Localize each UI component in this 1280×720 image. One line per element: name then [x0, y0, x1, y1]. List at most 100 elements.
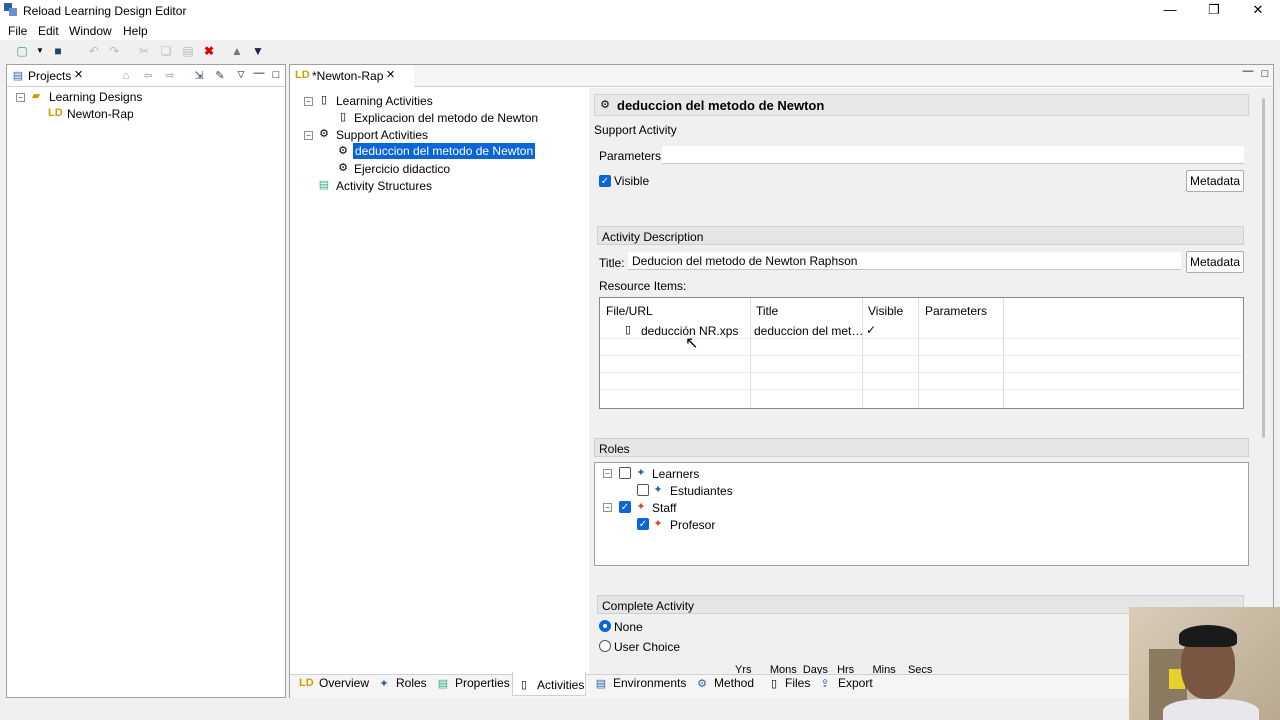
tab-roles[interactable]: Roles — [396, 676, 427, 690]
learner-icon: ✦ — [653, 484, 663, 496]
back-icon[interactable]: ⇦ — [141, 69, 155, 83]
title-input[interactable]: Deducion del metodo de Newton Raphson — [628, 252, 1181, 270]
tree-item-learning-designs[interactable]: Learning Designs — [49, 90, 142, 104]
parameters-input[interactable] — [662, 146, 1244, 164]
minimize-button[interactable]: — — [1148, 0, 1192, 22]
column-header-visible[interactable]: Visible — [868, 304, 903, 318]
tab-files[interactable]: Files — [785, 676, 810, 690]
copy-icon[interactable]: ❏ — [158, 43, 174, 59]
vertical-scrollbar[interactable] — [1254, 88, 1273, 674]
tree-toggle[interactable]: − — [304, 97, 313, 106]
tree-item-support-activities[interactable]: Support Activities — [336, 128, 428, 142]
editor-tab-label: *Newton-Rap — [312, 69, 384, 83]
tab-overview[interactable]: Overview — [319, 676, 369, 690]
tab-export[interactable]: Export — [838, 676, 873, 690]
tab-environments[interactable]: Environments — [613, 676, 686, 690]
none-label: None — [614, 620, 643, 634]
support-icon: ⚙ — [338, 145, 348, 157]
estudiantes-checkbox[interactable] — [637, 484, 649, 496]
paste-icon[interactable]: ▤ — [180, 43, 196, 59]
menu-help[interactable]: Help — [123, 24, 148, 38]
tab-method[interactable]: Method — [714, 676, 754, 690]
role-staff[interactable]: Staff — [652, 501, 676, 515]
link-icon[interactable]: ✎ — [213, 69, 227, 83]
menu-window[interactable]: Window — [69, 24, 112, 38]
new-icon[interactable]: ▢ — [14, 43, 30, 59]
roles-tree: − ✦ Learners ✦ Estudiantes − ✓ ✦ Staff ✓… — [594, 462, 1249, 566]
view-menu-icon[interactable]: ▽ — [234, 67, 248, 81]
resource-items-label: Resource Items: — [599, 279, 687, 293]
activities-icon: ▯ — [520, 679, 528, 691]
projects-icon: ▤ — [12, 70, 24, 82]
staff-checkbox[interactable]: ✓ — [619, 501, 631, 513]
main-toolbar: ▢ ▼ ■ ↶ ↷ ✂ ❏ ▤ ✖ ▲ ▼ — [0, 40, 1280, 62]
tree-toggle[interactable]: − — [16, 93, 25, 102]
table-cell-title[interactable]: deduccion del met… — [754, 324, 863, 338]
collapse-icon[interactable]: ⇲ — [192, 69, 206, 83]
tree-toggle[interactable]: − — [603, 469, 612, 478]
ld-icon: LD — [295, 69, 310, 81]
window-title: Reload Learning Design Editor — [23, 4, 187, 18]
forward-icon[interactable]: ⇨ — [163, 69, 177, 83]
column-header-file[interactable]: File/URL — [606, 304, 653, 318]
close-tab-icon[interactable]: ✕ — [74, 68, 83, 81]
export-icon: ⇪ — [820, 678, 830, 690]
tree-item-learning-activities[interactable]: Learning Activities — [336, 94, 433, 108]
tree-item-ejercicio[interactable]: Ejercicio didactico — [354, 162, 450, 176]
save-icon[interactable]: ■ — [50, 43, 66, 59]
role-estudiantes[interactable]: Estudiantes — [670, 484, 733, 498]
page-title: deduccion del metodo de Newton — [617, 98, 825, 113]
close-tab-icon[interactable]: ✕ — [386, 68, 395, 81]
role-learners[interactable]: Learners — [652, 467, 699, 481]
webcam-overlay — [1129, 607, 1280, 720]
menu-edit[interactable]: Edit — [38, 24, 59, 38]
tab-activities[interactable]: Activities — [537, 678, 584, 692]
learners-checkbox[interactable] — [619, 467, 631, 479]
tree-item-activity-structures[interactable]: Activity Structures — [336, 179, 432, 193]
staff-icon: ✦ — [636, 501, 646, 513]
undo-icon[interactable]: ↶ — [86, 43, 102, 59]
editor-tab-bar: LD *Newton-Rap ✕ — □ — [290, 65, 1273, 87]
maximize-view-icon[interactable]: □ — [1258, 67, 1272, 81]
properties-icon: ▤ — [437, 678, 449, 690]
cut-icon[interactable]: ✂ — [136, 43, 152, 59]
visible-checkbox[interactable]: ✓ — [599, 175, 611, 187]
metadata-button[interactable]: Metadata — [1186, 251, 1244, 273]
user-choice-radio[interactable] — [599, 640, 611, 652]
tree-toggle[interactable]: − — [304, 131, 313, 140]
column-header-title[interactable]: Title — [756, 304, 778, 318]
role-profesor[interactable]: Profesor — [670, 518, 715, 532]
tree-toggle[interactable]: − — [603, 503, 612, 512]
tree-item-newton-rap[interactable]: Newton-Rap — [67, 107, 134, 121]
profesor-checkbox[interactable]: ✓ — [637, 518, 649, 530]
metadata-button[interactable]: Metadata — [1186, 170, 1244, 192]
none-radio[interactable] — [599, 620, 611, 632]
home-icon[interactable]: ⌂ — [119, 69, 133, 83]
projects-tab[interactable]: Projects — [28, 69, 71, 83]
projects-panel: ▤ Projects ✕ ⌂ ⇦ ⇨ ⇲ ✎ ▽ — □ − ▰ Learnin… — [6, 64, 286, 698]
delete-icon[interactable]: ✖ — [201, 43, 217, 59]
document-icon: ▯ — [339, 111, 347, 123]
activity-details: ⚙ deduccion del metodo de Newton Support… — [589, 88, 1254, 674]
menu-file[interactable]: File — [8, 24, 27, 38]
roles-icon: ✦ — [379, 678, 389, 690]
column-header-parameters[interactable]: Parameters — [925, 304, 987, 318]
move-down-icon[interactable]: ▼ — [250, 43, 266, 59]
support-icon: ⚙ — [319, 128, 329, 140]
restore-button[interactable]: ❐ — [1192, 0, 1236, 22]
close-window-button[interactable]: ✕ — [1236, 0, 1280, 22]
redo-icon[interactable]: ↷ — [106, 43, 122, 59]
maximize-view-icon[interactable]: □ — [269, 68, 283, 82]
move-up-icon[interactable]: ▲ — [229, 43, 245, 59]
tree-item-deduccion-selected[interactable]: deduccion del metodo de Newton — [353, 143, 536, 159]
minimize-view-icon[interactable]: — — [1241, 64, 1255, 78]
editor-tab[interactable]: LD *Newton-Rap ✕ — [290, 65, 414, 87]
title-label: Title: — [599, 256, 625, 270]
table-cell-visible[interactable]: ✓ — [866, 323, 876, 337]
minimize-view-icon[interactable]: — — [252, 66, 266, 80]
scrollbar-thumb[interactable] — [1262, 98, 1265, 438]
tab-properties[interactable]: Properties — [455, 676, 510, 690]
editor-panel: LD *Newton-Rap ✕ — □ − ▯ Learning Activi… — [289, 64, 1274, 698]
tree-item-explicacion[interactable]: Explicacion del metodo de Newton — [354, 111, 538, 125]
dropdown-icon[interactable]: ▼ — [32, 43, 48, 59]
